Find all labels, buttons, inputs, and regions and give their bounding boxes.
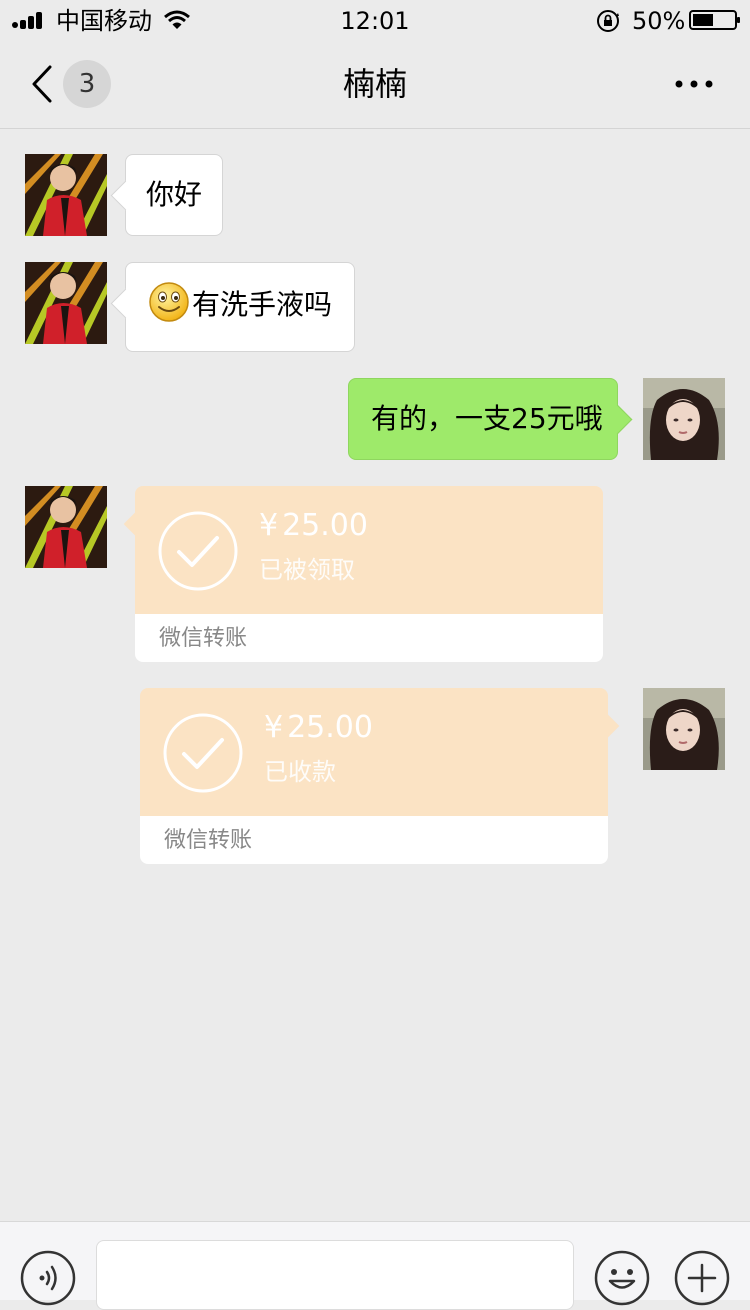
chat-header: 3 楠楠	[0, 40, 750, 129]
more-actions-plus-icon[interactable]	[674, 1250, 730, 1306]
transfer-label: 微信转账	[164, 828, 253, 853]
message-text: 有洗手液吗	[192, 288, 333, 321]
transfer-status: 已收款	[264, 758, 336, 786]
checkmark-circle-icon	[158, 511, 238, 591]
emoji-picker-icon[interactable]	[594, 1250, 650, 1306]
voice-input-icon[interactable]	[20, 1250, 76, 1306]
transfer-amount: ¥25.00	[259, 508, 368, 543]
transfer-card[interactable]: ¥25.00 已被领取 微信转账	[123, 486, 603, 662]
smile-emoji-icon	[149, 282, 189, 322]
transfer-status: 已被领取	[259, 556, 355, 584]
message-input[interactable]	[96, 1240, 574, 1310]
chat-title: 楠楠	[342, 65, 407, 103]
message-text: 你好	[146, 178, 203, 211]
message-bubble-outgoing[interactable]: 有的，一支25元哦	[348, 378, 633, 460]
contact-avatar[interactable]	[25, 486, 107, 568]
contact-avatar[interactable]	[25, 154, 107, 236]
my-avatar[interactable]	[643, 378, 725, 460]
status-bar: 中国移动 12:01 50%	[0, 0, 750, 40]
message-bubble[interactable]: 你好	[110, 154, 223, 236]
more-options-icon[interactable]	[674, 80, 714, 88]
contact-avatar[interactable]	[25, 262, 107, 344]
input-bar	[0, 1221, 750, 1310]
transfer-label: 微信转账	[159, 626, 248, 651]
my-avatar[interactable]	[643, 688, 725, 770]
checkmark-circle-icon	[163, 713, 243, 793]
transfer-card-outgoing[interactable]: ¥25.00 已收款 微信转账	[140, 688, 620, 864]
battery-icon	[689, 10, 740, 30]
message-bubble[interactable]: 有洗手液吗	[110, 262, 355, 352]
battery-percent: 50%	[632, 7, 686, 35]
transfer-amount: ¥25.00	[264, 710, 373, 745]
message-text: 有的，一支25元哦	[371, 402, 603, 435]
orientation-lock-icon	[597, 10, 619, 32]
